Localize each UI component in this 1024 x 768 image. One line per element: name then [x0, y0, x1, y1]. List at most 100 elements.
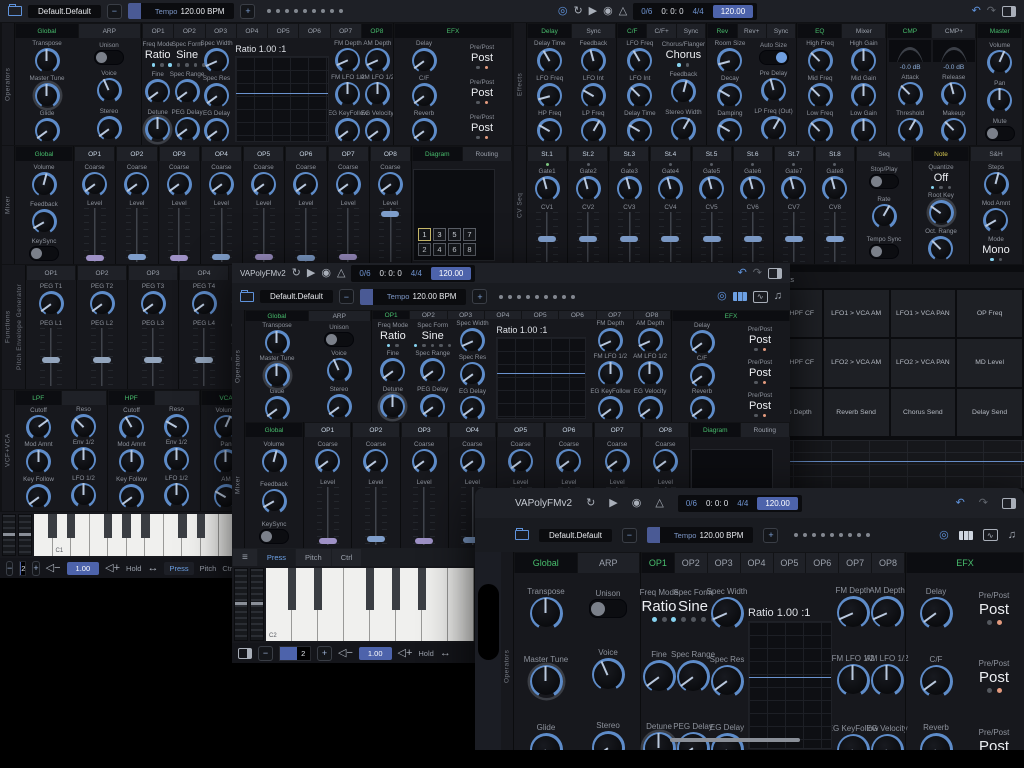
selector-value-post[interactable]: Post [979, 669, 1009, 686]
tempo-increment[interactable]: + [763, 528, 778, 543]
knob-coarse[interactable] [378, 172, 403, 197]
mod-curve-display[interactable] [755, 440, 1024, 488]
tab-op7[interactable]: OP7 [329, 147, 368, 161]
volume-down-icon[interactable]: ◁− [338, 648, 353, 659]
knob-attack[interactable] [898, 82, 923, 107]
knob-fm-lfo-1-2[interactable] [598, 361, 623, 386]
knob-coarse[interactable] [167, 172, 192, 197]
keyboard-icon[interactable] [733, 292, 747, 301]
tab-op1[interactable]: OP1 [27, 266, 75, 280]
knob-voice[interactable] [327, 358, 352, 383]
tab-op2[interactable]: OP2 [174, 24, 204, 38]
bpm-value[interactable]: 120.00 [713, 5, 753, 18]
knob-delay[interactable] [920, 597, 953, 630]
fader-cv4[interactable] [659, 212, 681, 262]
knob-damping[interactable] [717, 118, 742, 143]
knob-feedback[interactable] [262, 489, 287, 514]
knob-lfo-int[interactable] [627, 83, 652, 108]
loop-icon[interactable]: ↻ [292, 268, 301, 279]
fader-level[interactable] [379, 208, 401, 262]
knob-cutoff[interactable] [119, 415, 144, 440]
fader-handle[interactable] [212, 254, 230, 260]
tab-s-h[interactable]: S&H [971, 147, 1021, 161]
fader-level[interactable] [365, 487, 387, 545]
knob-coarse[interactable] [336, 172, 361, 197]
ratio-graph[interactable] [235, 56, 329, 142]
dock-button-press[interactable]: Press [164, 562, 193, 575]
target-button-lfo2-vca-pan[interactable]: LFO2 > VCA PAN [891, 339, 956, 386]
tab-op3[interactable]: OP3 [448, 311, 484, 319]
fader-cv6[interactable] [742, 212, 764, 262]
selector-value-post[interactable]: Post [749, 400, 771, 412]
tab-st-2[interactable]: St.2 [569, 147, 607, 161]
fader-peg-l1[interactable] [40, 328, 62, 386]
fader-level[interactable] [168, 208, 190, 262]
tab-op3[interactable]: OP3 [129, 266, 177, 280]
pitch-wheel[interactable] [234, 568, 248, 641]
tab-op6[interactable]: OP6 [546, 423, 591, 437]
tab-op7[interactable]: OP7 [595, 423, 640, 437]
fader-cv7[interactable] [783, 212, 805, 262]
fader-level[interactable] [295, 208, 317, 262]
knob-glide[interactable] [35, 118, 60, 143]
knob-am-depth[interactable] [871, 596, 904, 629]
knob-coarse[interactable] [209, 172, 234, 197]
metronome-icon[interactable]: △ [337, 268, 345, 279]
tab-note[interactable]: Note [914, 147, 968, 161]
knob-fm-depth[interactable] [598, 328, 623, 353]
knob-stereo-width[interactable] [671, 117, 696, 142]
knob-eg-keyfollow[interactable] [598, 396, 623, 421]
tab-delay[interactable]: Delay [528, 24, 571, 38]
knob-view-icon[interactable]: ◎ [717, 291, 727, 302]
piano-key-black[interactable] [392, 568, 401, 610]
algorithm-op-7[interactable]: 7 [463, 228, 476, 241]
tempo-decrement[interactable]: − [339, 289, 354, 304]
bpm-value[interactable]: 120.00 [431, 267, 471, 280]
tab-op6[interactable]: OP6 [299, 24, 329, 38]
record-icon[interactable]: ◉ [321, 268, 331, 279]
tab-op5[interactable]: OP5 [268, 24, 298, 38]
tab-global[interactable]: Global [16, 24, 78, 38]
knob-detune[interactable] [145, 117, 170, 142]
fader-handle[interactable] [339, 254, 357, 260]
tab-op4[interactable]: OP4 [237, 24, 267, 38]
volume-down-icon[interactable]: ◁− [46, 563, 61, 574]
toggle-stop-play[interactable] [869, 174, 899, 189]
algorithm-op-4[interactable]: 4 [433, 243, 446, 256]
knob-am-lfo-1-2[interactable] [365, 82, 390, 107]
knob-eg-keyfollow[interactable] [335, 118, 360, 143]
knob-stereo[interactable] [97, 116, 122, 141]
tab-global[interactable]: Global [16, 147, 72, 161]
knob-peg-delay[interactable] [175, 117, 200, 142]
knob-rate[interactable] [872, 204, 897, 229]
knob-c-f[interactable] [690, 363, 715, 388]
knob-pan[interactable] [987, 88, 1012, 113]
knob-peg-t2[interactable] [90, 291, 115, 316]
tab-st-5[interactable]: St.5 [693, 147, 731, 161]
knob-voice[interactable] [592, 658, 625, 691]
metronome-icon[interactable]: △ [655, 498, 663, 509]
knob-stereo[interactable] [592, 731, 625, 750]
notes-icon[interactable]: ♫ [774, 291, 782, 302]
knob-oct-range[interactable] [928, 236, 953, 261]
knob-am-lfo-1-2[interactable] [638, 361, 663, 386]
knob-fm-lfo-1-2[interactable] [335, 82, 360, 107]
knob-key-follow[interactable] [26, 484, 51, 509]
tab-op1[interactable]: OP1 [75, 147, 114, 161]
knob-coarse[interactable] [315, 449, 340, 474]
fader-handle[interactable] [144, 357, 162, 363]
knob-peg-t3[interactable] [141, 291, 166, 316]
algorithm-op-1[interactable]: 1 [418, 228, 431, 241]
target-button-lfo2-vca-am[interactable]: LFO2 > VCA AM [824, 339, 889, 386]
arrows-icon[interactable]: ↔ [440, 648, 451, 659]
knob-env-1-2[interactable] [164, 447, 189, 472]
knob-delay[interactable] [412, 48, 437, 73]
fader-cv5[interactable] [701, 212, 723, 262]
redo-icon[interactable]: ↷ [753, 268, 762, 279]
octave-up-button[interactable]: + [32, 561, 39, 576]
tab-op2[interactable]: OP2 [353, 423, 398, 437]
menu-icon[interactable]: ≡ [233, 549, 257, 566]
tab-st-6[interactable]: St.6 [734, 147, 772, 161]
knob-feedback[interactable] [32, 209, 57, 234]
selector-value-sine[interactable]: Sine [422, 330, 444, 342]
